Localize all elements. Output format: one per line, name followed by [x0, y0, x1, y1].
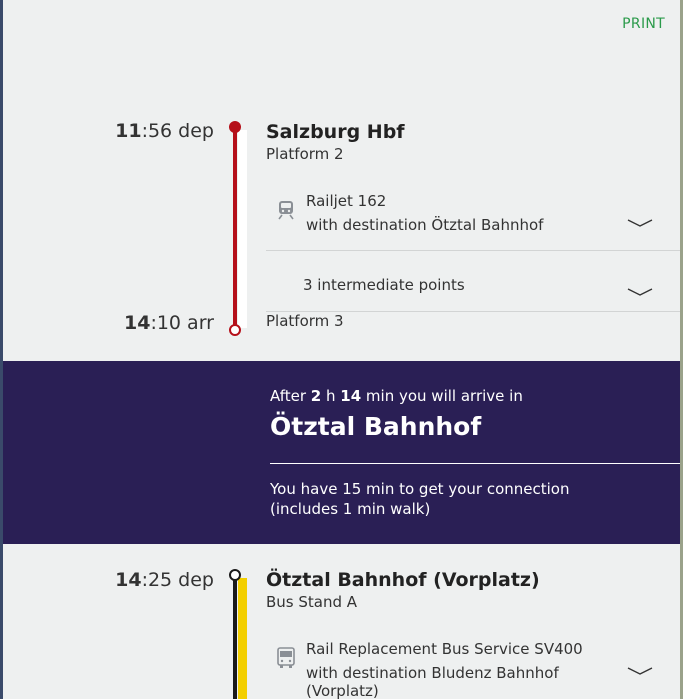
route-line-bus — [233, 578, 237, 699]
connection-time-note: You have 15 min to get your connection (… — [270, 479, 569, 519]
expand-bus-service-chevron-down-icon[interactable] — [627, 661, 653, 675]
departure-platform: Platform 2 — [266, 145, 344, 163]
duration-hours: 2 — [310, 387, 322, 405]
travel-duration-text: After 2 h 14 min you will arrive in — [270, 387, 523, 405]
expand-intermediate-chevron-down-icon[interactable] — [627, 282, 653, 296]
after-prefix: After — [270, 387, 311, 405]
route-line-shadow — [238, 130, 247, 328]
arrival-minutes: :10 arr — [150, 312, 214, 334]
bus-stand: Bus Stand A — [266, 593, 358, 611]
bus-service-name: Rail Replacement Bus Service SV400 — [306, 640, 583, 658]
route-line-bus-accent — [238, 578, 247, 699]
bus-departure-stop-marker — [229, 569, 241, 581]
departure-stop-marker — [229, 121, 241, 133]
transfer-destination: Ötztal Bahnhof — [270, 412, 482, 441]
bus-icon — [277, 647, 295, 668]
arrival-time: 14:10 arr — [0, 312, 214, 334]
bus-departure-hour: 14 — [115, 569, 142, 591]
route-line-train — [233, 127, 237, 329]
expand-service-chevron-down-icon[interactable] — [627, 213, 653, 227]
intermediate-stops-toggle[interactable]: 3 intermediate points — [303, 276, 465, 294]
transfer-divider — [270, 463, 680, 464]
journey-details-page: PRINT 11:56 dep Salzburg Hbf Platform 2 … — [0, 0, 683, 699]
bus-service-destination-cont: (Vorplatz) — [306, 682, 379, 699]
divider — [266, 250, 680, 251]
print-button[interactable]: PRINT — [622, 16, 665, 32]
departure-station[interactable]: Salzburg Hbf — [266, 121, 405, 143]
departure-time: 11:56 dep — [0, 120, 214, 142]
service-name: Railjet 162 — [306, 192, 387, 210]
duration-minutes: 14 — [340, 387, 362, 405]
walk-time-line: (includes 1 min walk) — [270, 500, 431, 518]
connection-time-line: You have 15 min to get your connection — [270, 480, 570, 498]
transfer-summary: After 2 h 14 min you will arrive in Ötzt… — [3, 361, 680, 544]
after-suffix: min you will arrive in — [361, 387, 523, 405]
train-icon — [277, 200, 295, 220]
arrival-hour: 14 — [123, 312, 151, 334]
arrival-stop-marker — [229, 324, 241, 336]
left-edge — [0, 0, 3, 699]
service-destination: with destination Ötztal Bahnhof — [306, 216, 544, 234]
departure-minutes: :56 dep — [141, 120, 214, 142]
departure-hour: 11 — [115, 120, 142, 142]
bus-departure-station[interactable]: Ötztal Bahnhof (Vorplatz) — [266, 569, 540, 591]
bus-service-destination: with destination Bludenz Bahnhof — [306, 664, 559, 682]
arrival-platform: Platform 3 — [266, 312, 344, 330]
bus-departure-time: 14:25 dep — [0, 569, 214, 591]
hours-unit: h — [321, 387, 341, 405]
bus-departure-minutes: :25 dep — [141, 569, 214, 591]
